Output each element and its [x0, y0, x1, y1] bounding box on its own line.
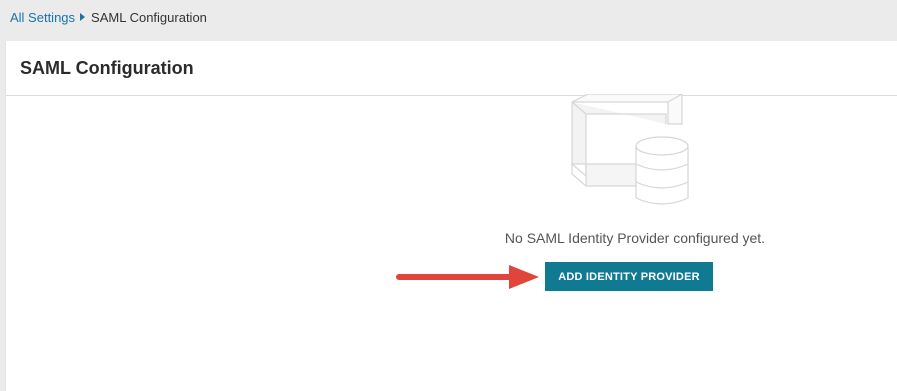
- red-arrow-annotation: [396, 265, 539, 289]
- breadcrumb-separator-icon: [80, 13, 86, 21]
- breadcrumb: All Settings SAML Configuration: [10, 8, 207, 26]
- empty-state-message: No SAML Identity Provider configured yet…: [504, 230, 766, 246]
- box-and-database-icon: [571, 94, 689, 205]
- panel-header: SAML Configuration: [6, 41, 897, 96]
- page-title: SAML Configuration: [20, 57, 194, 78]
- breadcrumb-all-settings-link[interactable]: All Settings: [10, 10, 75, 25]
- breadcrumb-current: SAML Configuration: [91, 9, 207, 25]
- saml-configuration-panel: SAML Configuration: [5, 41, 897, 391]
- add-identity-provider-button[interactable]: ADD IDENTITY PROVIDER: [545, 262, 713, 291]
